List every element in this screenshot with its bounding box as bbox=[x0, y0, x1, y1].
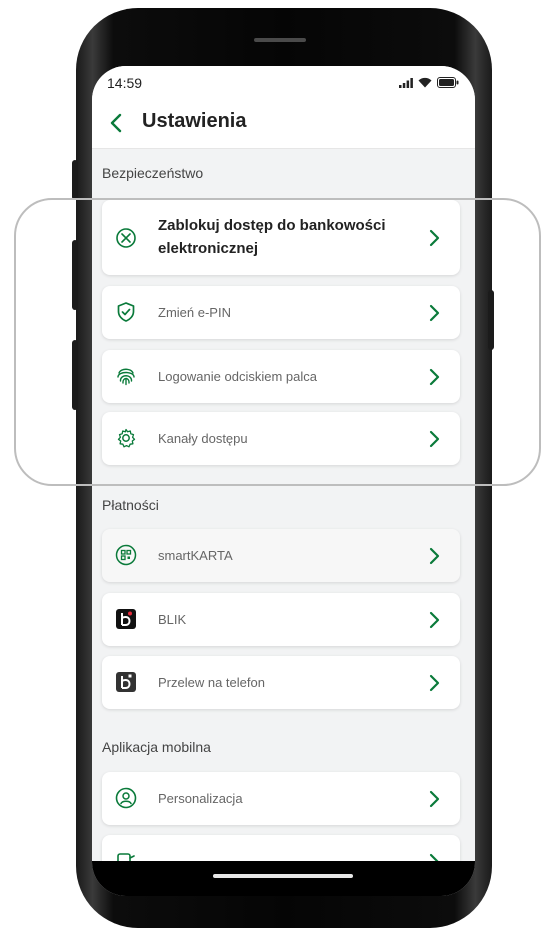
page-title: Ustawienia bbox=[142, 110, 247, 132]
section-label-security: Bezpieczeństwo bbox=[102, 165, 204, 181]
volume-button bbox=[72, 160, 78, 200]
phone-speaker bbox=[254, 38, 306, 42]
signal-icon bbox=[399, 77, 413, 88]
battery-icon bbox=[437, 77, 459, 88]
menu-item-label: Personalizacja bbox=[158, 791, 243, 806]
status-bar: 14:59 bbox=[92, 66, 475, 102]
highlight-outline bbox=[14, 198, 541, 486]
blik-phone-icon bbox=[115, 671, 137, 693]
menu-item-blik[interactable]: BLIK bbox=[102, 593, 460, 646]
menu-item-phone-transfer[interactable]: Przelew na telefon bbox=[102, 656, 460, 709]
chevron-right-icon bbox=[429, 611, 440, 629]
back-arrow-icon[interactable] bbox=[107, 110, 127, 136]
qr-circle-icon bbox=[115, 544, 137, 566]
status-icons bbox=[399, 77, 459, 88]
app-header: Ustawienia bbox=[92, 102, 475, 149]
user-circle-icon bbox=[115, 787, 137, 809]
chevron-right-icon bbox=[429, 790, 440, 808]
section-label-payments: Płatności bbox=[102, 497, 159, 513]
wifi-icon bbox=[418, 77, 432, 88]
home-indicator[interactable] bbox=[213, 874, 353, 878]
chevron-right-icon bbox=[429, 674, 440, 692]
menu-item-label: smartKARTA bbox=[158, 548, 233, 563]
system-nav-bar bbox=[92, 861, 475, 896]
status-time: 14:59 bbox=[107, 75, 143, 91]
menu-item-smartkarta[interactable]: smartKARTA bbox=[102, 529, 460, 582]
menu-item-label: Przelew na telefon bbox=[158, 675, 265, 690]
menu-item-label: BLIK bbox=[158, 612, 187, 627]
section-label-mobile-app: Aplikacja mobilna bbox=[102, 739, 211, 755]
blik-icon bbox=[115, 608, 137, 630]
chevron-right-icon bbox=[429, 547, 440, 565]
menu-item-personalization[interactable]: Personalizacja bbox=[102, 772, 460, 825]
